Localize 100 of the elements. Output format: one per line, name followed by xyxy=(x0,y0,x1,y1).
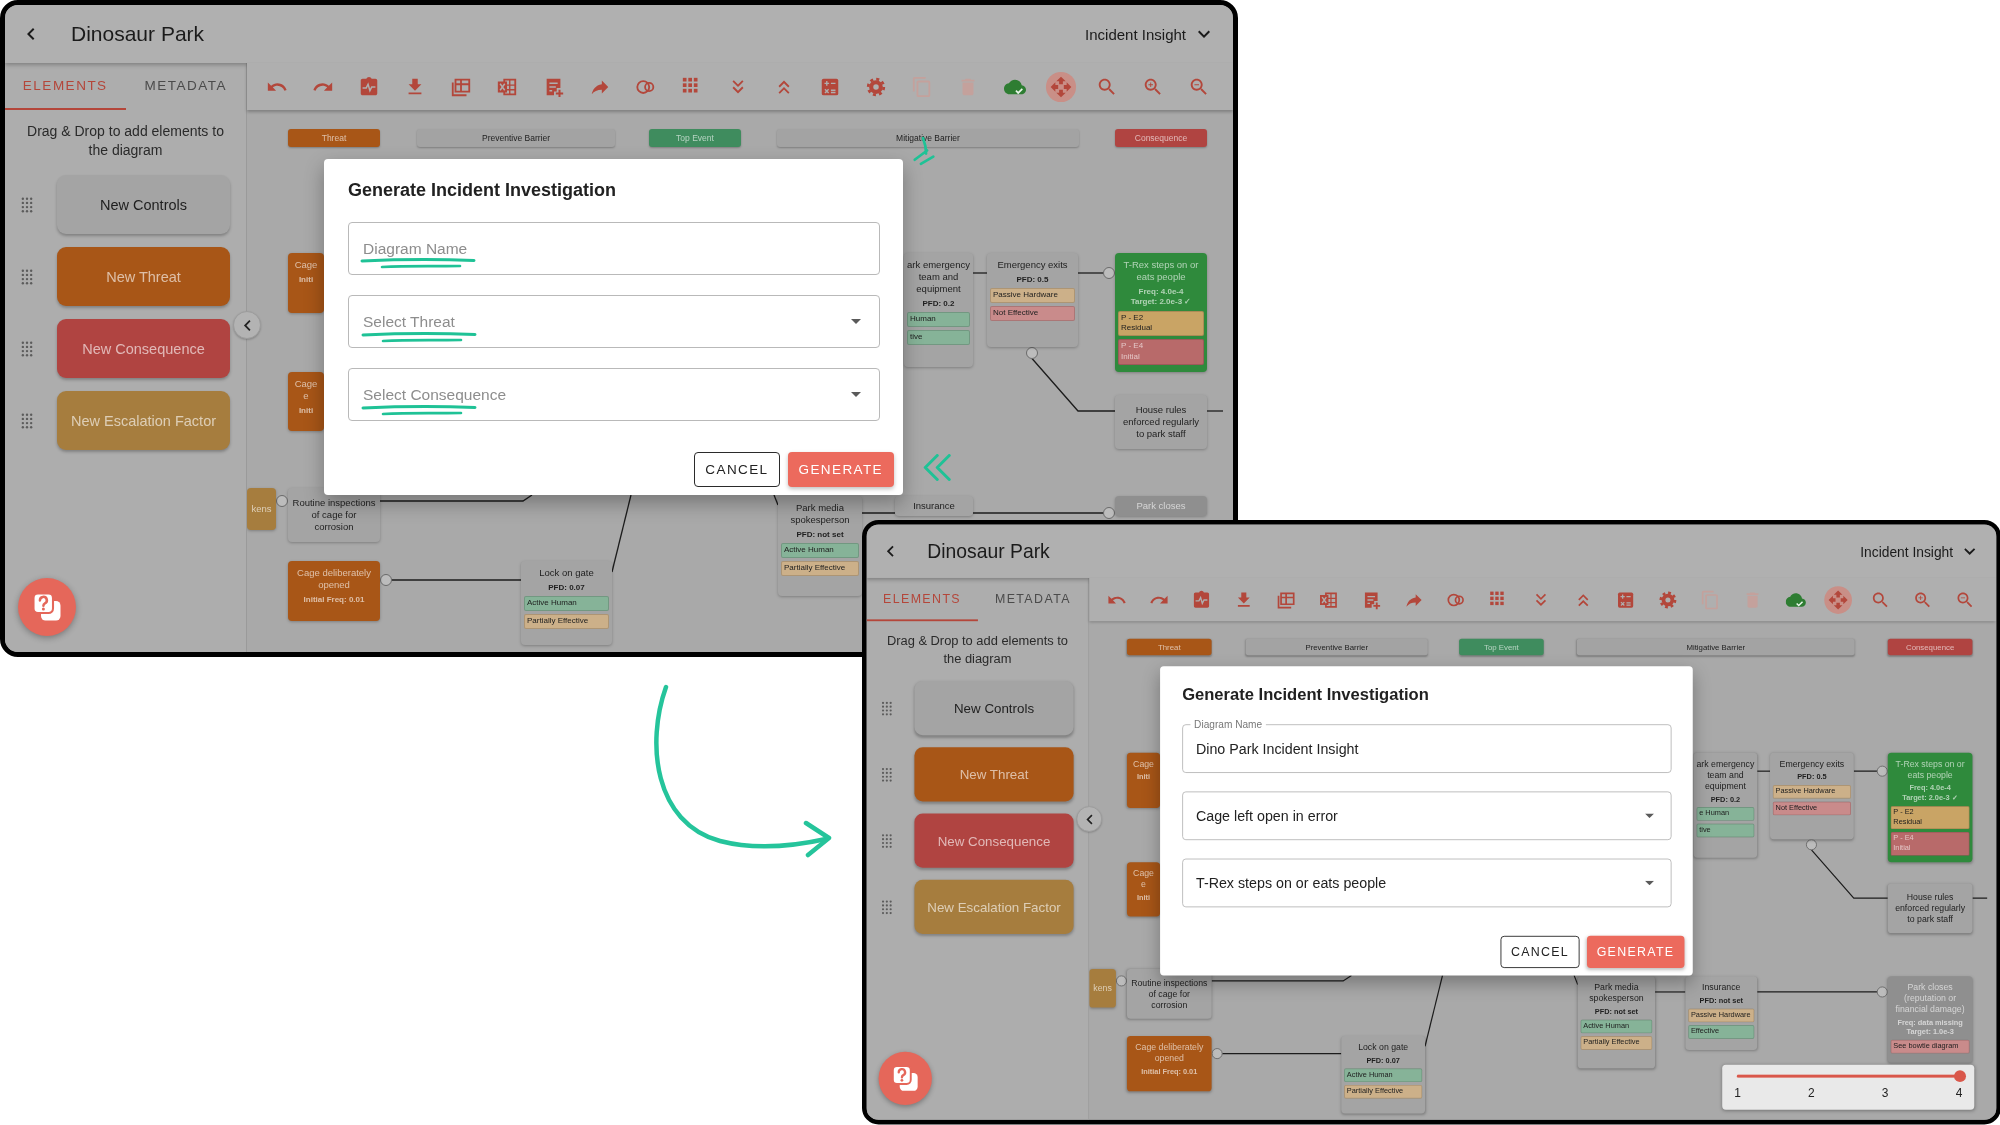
node-detail: Freq: 4.0e-4 xyxy=(1137,286,1185,298)
dialog-title: Generate Incident Investigation xyxy=(348,179,618,202)
tick-label: 1 xyxy=(1734,1085,1741,1100)
status-tag: Not Effective xyxy=(990,306,1075,321)
drag-handle-icon[interactable] xyxy=(21,340,33,357)
connector-knob[interactable] xyxy=(1876,765,1888,777)
table-icon[interactable] xyxy=(1276,589,1297,610)
chevron-down-icon xyxy=(1964,546,1977,556)
drag-handle-icon[interactable] xyxy=(21,196,33,213)
drag-handle-icon[interactable] xyxy=(21,412,33,429)
chevron-mark xyxy=(923,454,951,481)
diagram-node[interactable]: Routine inspections of cage for corrosion xyxy=(288,488,380,542)
connector-line xyxy=(972,272,988,274)
dropdown-arrow-icon xyxy=(1644,813,1655,819)
diagram-node[interactable]: Routine inspections of cage for corrosion xyxy=(1126,968,1212,1019)
connector-line xyxy=(1206,410,1224,412)
connector-line xyxy=(773,494,779,506)
element-button[interactable]: New Controls xyxy=(57,175,230,234)
status-tag: Active Human xyxy=(781,543,859,558)
move-icon[interactable] xyxy=(1044,70,1077,103)
node-title: Cage deliberately opened xyxy=(296,567,372,591)
node-detail: Initi xyxy=(297,274,315,286)
node-title: Routine inspections of cage for corrosion xyxy=(1130,977,1209,1011)
element-button[interactable]: New Controls xyxy=(914,681,1074,736)
drag-handle-icon[interactable] xyxy=(881,833,893,848)
node-title: Emergency exits xyxy=(1778,758,1846,770)
diagram-node[interactable]: Lock on gate PFD: 0.07 Active Human Partially Effective xyxy=(521,561,612,645)
dropdown-arrow-icon xyxy=(851,392,861,397)
diagram-node[interactable]: House rules enforced regularly to park staff xyxy=(1115,395,1207,449)
drag-handle-icon[interactable] xyxy=(21,268,33,285)
settings-icon[interactable] xyxy=(865,75,888,98)
diagram-node[interactable]: T-Rex steps on or eats people Freq: 4.0e-4 Target: 2.0e-3 ✓ P - E2 Residual P - E4 Initial xyxy=(1115,253,1207,372)
connector-knob[interactable] xyxy=(1103,267,1115,279)
input-field[interactable]: Diagram Name xyxy=(348,222,880,275)
lane-header: Threat xyxy=(288,129,380,147)
tag-sublabel: Initial xyxy=(1121,351,1141,363)
tag-label: P - E4 xyxy=(1121,341,1145,352)
select-field[interactable]: Select Threat xyxy=(348,295,880,348)
diagram-node[interactable]: Insurance xyxy=(895,496,973,516)
cancel-button[interactable]: CANCEL xyxy=(1500,935,1580,969)
node-title: Lock on gate xyxy=(1357,1041,1410,1053)
node-title: Routine inspections of cage for corrosion xyxy=(291,497,377,533)
help-button[interactable] xyxy=(18,578,76,636)
tick-label: 2 xyxy=(1808,1085,1815,1100)
node-title: Lock on gate xyxy=(538,567,595,579)
diagram-node[interactable]: ark emergency team and equipment PFD: 0.2 Human tive xyxy=(904,253,973,367)
connector-knob[interactable] xyxy=(276,495,288,507)
node-title: T-Rex steps on or eats people xyxy=(1122,259,1200,283)
page-title: Dinosaur Park xyxy=(71,22,206,46)
drag-handle-icon[interactable] xyxy=(881,899,893,915)
settings-icon[interactable] xyxy=(1658,589,1679,610)
drag-handle-icon[interactable] xyxy=(881,767,893,782)
chevron-left-icon xyxy=(1085,813,1094,825)
lane-header: Mitigative Barrier xyxy=(777,129,1079,147)
diagram-node[interactable]: Park media spokesperson PFD: not set Active Human Partially Effective xyxy=(778,496,862,596)
node-detail: Initi xyxy=(297,405,315,417)
page-title: Dinosaur Park xyxy=(927,540,1051,563)
select-field[interactable]: Select Consequence xyxy=(348,368,880,421)
view-selector[interactable]: Incident Insight xyxy=(1085,25,1211,43)
connector-knob[interactable] xyxy=(380,574,392,586)
cancel-button[interactable]: CANCEL xyxy=(694,452,780,487)
node-detail: PFD: not set xyxy=(795,529,845,541)
spreadsheet-icon[interactable] xyxy=(1318,589,1339,610)
view-selector[interactable]: Incident Insight xyxy=(1860,543,1977,560)
node-detail: PFD: 0.07 xyxy=(547,582,586,594)
node-title: Park closes (reputation or financial damage) xyxy=(1894,981,1966,1015)
lane-header: Top Event xyxy=(649,129,741,147)
hint-text: Drag & Drop to add elements to the diagram xyxy=(26,122,225,160)
node-title: kens xyxy=(250,503,273,515)
dropdown-arrow-icon xyxy=(1644,880,1655,886)
clipboard-pulse-icon[interactable] xyxy=(1191,589,1212,610)
slider-thumb[interactable] xyxy=(1953,1070,1966,1083)
connector-knob[interactable] xyxy=(1103,507,1115,519)
node-detail: PFD: 0.2 xyxy=(921,298,956,309)
tab[interactable]: METADATA xyxy=(977,577,1089,622)
connector-line xyxy=(1853,770,1878,772)
diagram-node[interactable]: Emergency exits PFD: 0.5 Passive Hardware Not Effective xyxy=(987,253,1078,347)
node-title: Insurance xyxy=(1701,981,1742,993)
tag-sublabel: Residual xyxy=(1121,323,1154,335)
dropdown-arrow-icon xyxy=(851,319,861,324)
diagram-node[interactable]: House rules enforced regularly to park staff xyxy=(1887,883,1973,934)
calculator-icon[interactable] xyxy=(1615,589,1636,610)
connector-knob[interactable] xyxy=(1026,347,1038,359)
connector-knob[interactable] xyxy=(1211,1048,1223,1060)
connector-knob[interactable] xyxy=(1115,975,1127,987)
tab[interactable]: METADATA xyxy=(125,63,246,110)
node-title: Emergency exits xyxy=(996,259,1069,271)
connector-knob[interactable] xyxy=(1876,986,1888,998)
node-detail: Target: 2.0e-3 ✓ xyxy=(1129,297,1193,308)
help-button[interactable] xyxy=(878,1051,932,1106)
node-title: House rules enforced regularly to park staff xyxy=(1121,404,1200,440)
node-title: Cage xyxy=(293,378,319,390)
help-icon xyxy=(891,1064,920,1093)
node-title: kens xyxy=(1092,982,1113,994)
drag-handle-icon[interactable] xyxy=(881,700,893,716)
tick-label: 4 xyxy=(1955,1085,1963,1100)
move-icon[interactable] xyxy=(1823,584,1853,615)
status-tag: Passive Hardware xyxy=(990,288,1075,304)
node-title: Insurance xyxy=(912,500,956,512)
connector-knob[interactable] xyxy=(1805,839,1817,851)
